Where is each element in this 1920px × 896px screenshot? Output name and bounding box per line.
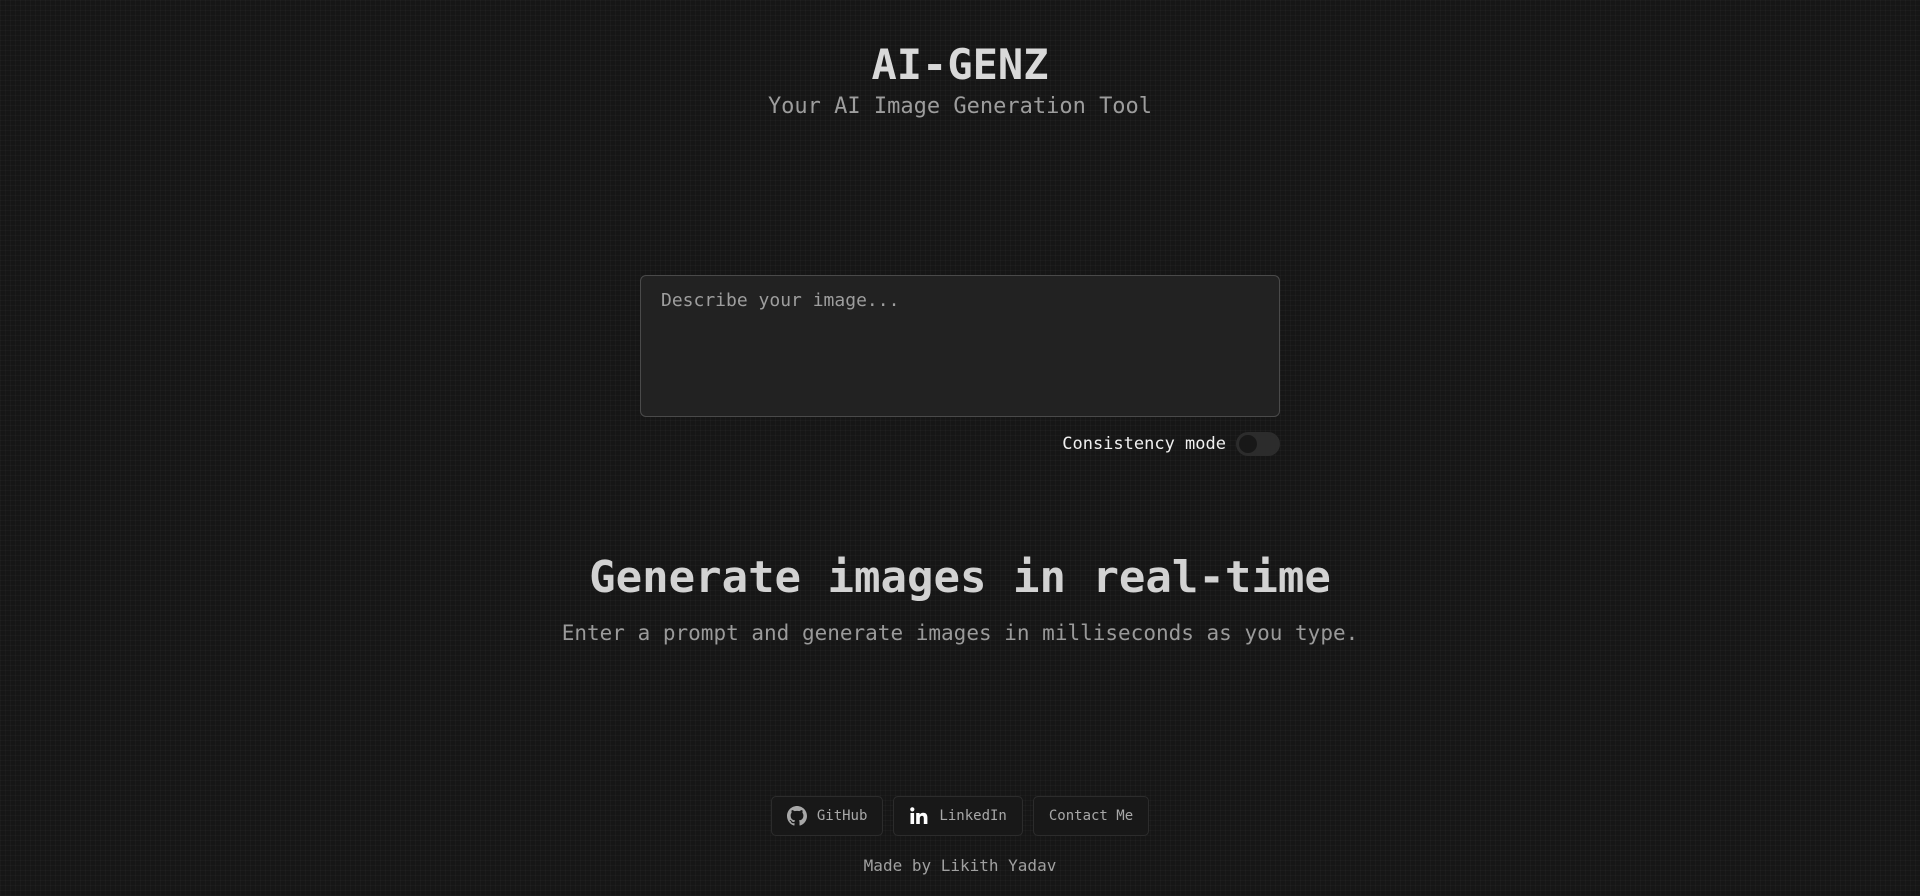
app-title: AI-GENZ — [871, 40, 1049, 89]
app-subtitle: Your AI Image Generation Tool — [767, 94, 1153, 119]
contact-me-link[interactable]: Contact Me — [1032, 796, 1150, 836]
linkedin-link-label: LinkedIn — [939, 808, 1007, 824]
consistency-mode-row: Consistency mode — [1062, 432, 1280, 456]
contact-me-link-label: Contact Me — [1048, 808, 1134, 824]
prompt-input[interactable] — [640, 275, 1280, 417]
consistency-mode-toggle[interactable] — [1236, 432, 1280, 456]
made-by-credit: Made by Likith Yadav — [863, 856, 1057, 875]
toggle-knob — [1239, 435, 1257, 453]
page-header: AI-GENZ Your AI Image Generation Tool — [0, 40, 1920, 122]
hero-subtitle: Enter a prompt and generate images in mi… — [561, 621, 1359, 645]
consistency-mode-label: Consistency mode — [1062, 434, 1226, 454]
github-icon — [786, 806, 807, 826]
hero-title: Generate images in real-time — [589, 552, 1331, 603]
github-link[interactable]: GitHub — [770, 796, 884, 836]
hero-section: Generate images in real-time Enter a pro… — [0, 550, 1920, 648]
linkedin-link[interactable]: LinkedIn — [893, 796, 1023, 836]
prompt-container — [640, 275, 1280, 421]
github-link-label: GitHub — [816, 808, 868, 824]
footer-links: GitHub LinkedIn Contact Me — [0, 796, 1920, 836]
linkedin-icon — [909, 806, 929, 826]
